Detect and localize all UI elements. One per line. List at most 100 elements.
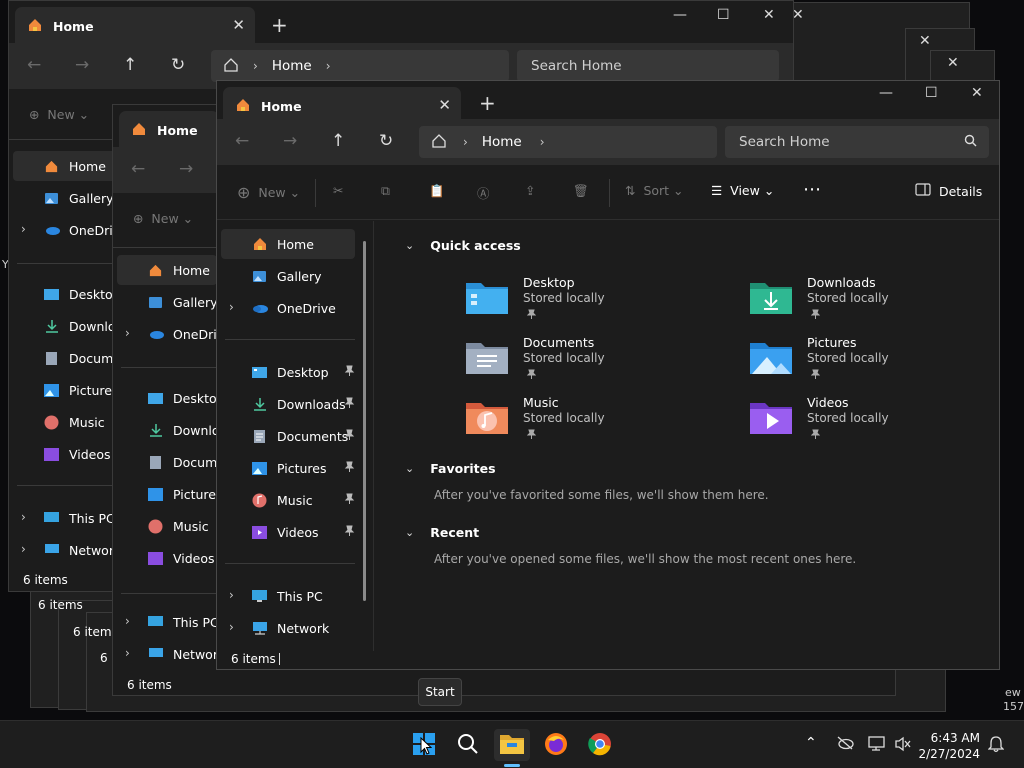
view-button[interactable]: ☰ View ⌄ (711, 183, 774, 198)
folder-tile-desktop[interactable]: Desktop Stored locally (465, 275, 725, 331)
new-button[interactable]: ⊕ New ⌄ (133, 211, 193, 226)
maximize-icon[interactable]: ☐ (925, 85, 938, 101)
rename-icon[interactable]: Ⓐ (477, 183, 490, 202)
sidebar-item-pictures[interactable]: Pictures (221, 453, 355, 483)
sidebar-item-this-pc[interactable]: This PC (13, 503, 115, 533)
pin-icon[interactable] (344, 397, 355, 409)
sidebar-item-network[interactable]: Network (221, 613, 329, 643)
address-bar[interactable]: › Home › (419, 126, 717, 158)
sidebar-item-music[interactable]: Music (13, 407, 105, 437)
sidebar-item-music[interactable]: Music (117, 511, 209, 541)
close-icon[interactable]: ✕ (947, 55, 959, 71)
sidebar-item-gallery[interactable]: Gallery (117, 287, 218, 317)
copy-icon[interactable]: ⧉ (381, 183, 390, 199)
back-icon[interactable]: ← (27, 55, 41, 75)
share-icon[interactable]: ⇪ (525, 183, 535, 198)
new-tab-icon[interactable]: + (271, 13, 288, 37)
close-tab-icon[interactable]: ✕ (232, 16, 245, 34)
chrome-taskbar-button[interactable] (582, 729, 618, 761)
sidebar-item-onedrive[interactable]: OneDrive (117, 319, 232, 349)
edge-text: ew (1005, 686, 1021, 699)
sidebar-item-downloads[interactable]: Downloads (221, 389, 355, 419)
close-icon[interactable]: ✕ (971, 85, 983, 101)
sidebar-item-videos[interactable]: Videos (221, 517, 355, 547)
sidebar-item-home[interactable]: Home (221, 229, 355, 259)
search-taskbar-button[interactable] (450, 729, 486, 761)
folder-tile-downloads[interactable]: Downloads Stored locally (749, 275, 999, 331)
more-icon[interactable]: ⋯ (803, 179, 821, 200)
sidebar-item-videos[interactable]: Videos (117, 543, 215, 573)
new-tab-icon[interactable]: + (479, 91, 496, 115)
new-button[interactable]: ⊕ New ⌄ (237, 183, 300, 202)
onedrive-offline-icon[interactable] (836, 736, 854, 753)
sidebar-item-documents[interactable]: Documents (221, 421, 355, 451)
forward-icon[interactable]: → (283, 131, 297, 151)
folder-tile-pictures[interactable]: Pictures Stored locally (749, 335, 999, 391)
address-bar[interactable]: › Home › (211, 50, 509, 82)
refresh-icon[interactable]: ↻ (171, 55, 185, 75)
tab-home[interactable]: Home ✕ (15, 7, 255, 45)
sidebar-item-videos[interactable]: Videos (13, 439, 111, 469)
sidebar-item-network[interactable]: Network (13, 535, 121, 565)
explorer-window-front[interactable]: Home ✕ + — ☐ ✕ ← → ↑ ↻ › Home › Search H… (216, 80, 1000, 670)
breadcrumb[interactable]: Home (272, 58, 312, 74)
sidebar-item-gallery[interactable]: Gallery (221, 261, 322, 291)
folder-tile-videos[interactable]: Videos Stored locally (749, 395, 999, 451)
pin-icon[interactable] (344, 525, 355, 537)
sidebar-item-this-pc[interactable]: This PC (221, 581, 323, 611)
sidebar-scrollbar[interactable] (363, 241, 366, 601)
sidebar-item-this-pc[interactable]: This PC (117, 607, 219, 637)
search-input[interactable]: Search Home (725, 126, 989, 158)
sidebar-item-desktop[interactable]: Desktop (13, 279, 121, 309)
volume-muted-icon[interactable] (894, 736, 912, 755)
up-icon[interactable]: ↑ (123, 55, 137, 75)
sidebar-item-pictures[interactable]: Pictures (117, 479, 223, 509)
paste-icon[interactable]: 📋 (429, 183, 445, 199)
close-icon[interactable]: ✕ (763, 7, 775, 23)
sidebar-item-onedrive[interactable]: OneDrive (13, 215, 128, 245)
new-button[interactable]: ⊕ New ⌄ (29, 107, 89, 122)
maximize-icon[interactable]: ☐ (717, 7, 730, 23)
up-icon[interactable]: ↑ (331, 131, 345, 151)
minimize-icon[interactable]: — (673, 7, 687, 23)
chevron-up-icon[interactable]: ⌃ (805, 735, 817, 751)
notification-bell-icon[interactable] (987, 735, 1005, 756)
close-icon[interactable]: ✕ (919, 33, 931, 49)
sort-button[interactable]: ⇅ Sort ⌄ (625, 183, 684, 198)
sidebar-item-gallery[interactable]: Gallery (13, 183, 114, 213)
forward-icon[interactable]: → (75, 55, 89, 75)
tab-home[interactable]: Home (119, 111, 219, 149)
back-icon[interactable]: ← (235, 131, 249, 151)
sidebar-item-onedrive[interactable]: OneDrive (221, 293, 336, 323)
folder-tile-music[interactable]: Music Stored locally (465, 395, 725, 451)
delete-icon[interactable]: 🗑 (573, 183, 589, 199)
sidebar-item-desktop[interactable]: Desktop (221, 357, 355, 387)
sidebar-item-home[interactable]: Home (13, 151, 117, 181)
folder-tile-documents[interactable]: Documents Stored locally (465, 335, 725, 391)
close-tab-icon[interactable]: ✕ (438, 96, 451, 114)
firefox-taskbar-button[interactable] (538, 729, 574, 761)
search-input[interactable]: Search Home (517, 50, 779, 82)
details-button[interactable]: Details (915, 183, 982, 199)
section-recent[interactable]: ⌄ Recent (405, 525, 479, 540)
system-clock[interactable]: 6:43 AM 2/27/2024 (918, 730, 980, 762)
back-icon[interactable]: ← (131, 159, 145, 179)
pin-icon[interactable] (344, 461, 355, 473)
minimize-icon[interactable]: — (879, 85, 893, 101)
pin-icon[interactable] (344, 365, 355, 377)
section-quick-access[interactable]: ⌄ Quick access (405, 238, 521, 253)
section-favorites[interactable]: ⌄ Favorites (405, 461, 496, 476)
network-tray-icon[interactable] (868, 736, 886, 755)
sidebar-item-home[interactable]: Home (117, 255, 217, 285)
sidebar-item-pictures[interactable]: Pictures (13, 375, 119, 405)
cut-icon[interactable]: ✂ (333, 183, 343, 198)
forward-icon[interactable]: → (179, 159, 193, 179)
refresh-icon[interactable]: ↻ (379, 131, 393, 151)
sidebar-item-desktop[interactable]: Desktop (117, 383, 225, 413)
sidebar-item-music[interactable]: Music (221, 485, 355, 515)
pin-icon[interactable] (344, 429, 355, 441)
file-explorer-taskbar-button[interactable] (494, 729, 530, 767)
breadcrumb[interactable]: Home (482, 134, 522, 150)
pin-icon[interactable] (344, 493, 355, 505)
sidebar-item-network[interactable]: Network (117, 639, 225, 669)
